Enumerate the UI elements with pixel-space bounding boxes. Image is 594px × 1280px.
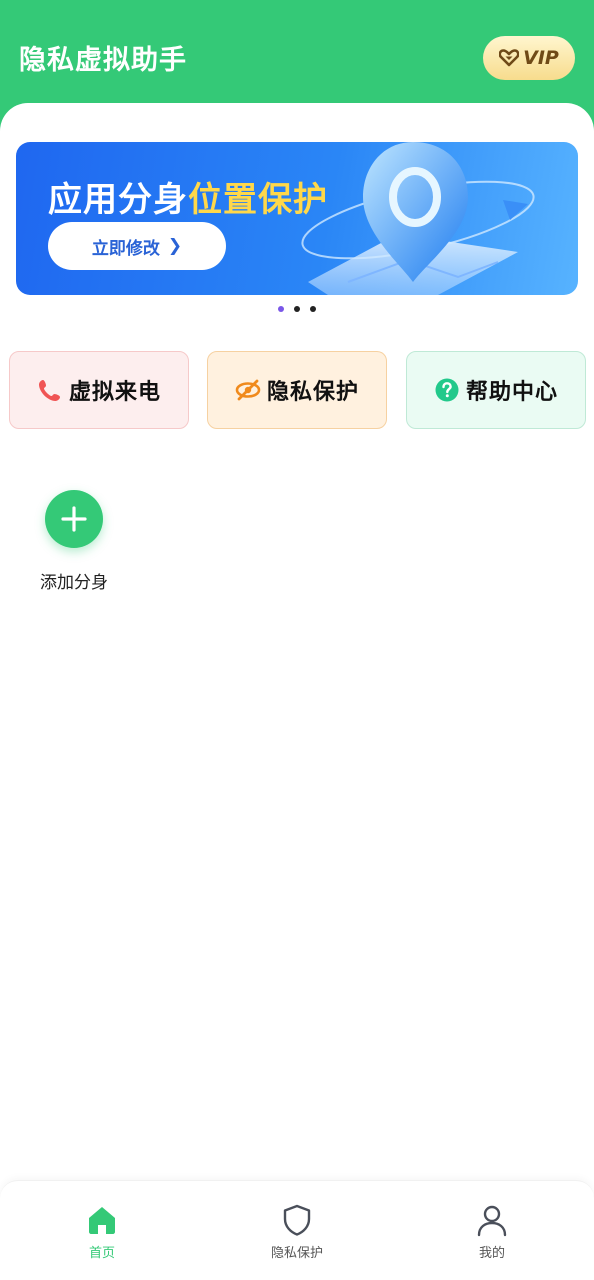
bottom-navigation: 首页 隐私保护 我的 [0,1180,594,1280]
nav-home[interactable]: 首页 [42,1203,162,1267]
vip-heart-icon [498,49,520,67]
privacy-protection-card[interactable]: 隐私保护 [207,351,387,429]
virtual-call-label: 虚拟来电 [68,380,161,405]
pagination-dot-1[interactable] [278,306,284,312]
question-icon [434,377,460,403]
location-pin-illustration [301,142,535,295]
nav-mine[interactable]: 我的 [432,1203,552,1267]
banner-title-main: 应用分身 [48,180,188,220]
vip-button[interactable]: VIP [483,36,575,80]
promo-banner[interactable]: 应用分身位置保护 立即修改 ❯ [16,142,578,295]
user-icon [477,1205,507,1237]
quick-actions: 虚拟来电 隐私保护 帮助中心 [0,351,594,431]
nav-privacy[interactable]: 隐私保护 [237,1203,357,1267]
main-content: 应用分身位置保护 立即修改 ❯ 虚拟来电 隐私保护 帮助中心 添加分身 [0,103,594,1280]
chevron-right-icon: ❯ [167,236,183,256]
modify-now-label: 立即修改 [91,238,160,259]
app-root: 隐私虚拟助手 VIP 应用分身位置保护 立即修改 ❯ 虚拟来电 隐私保护 帮助中… [0,0,594,1280]
app-title: 隐私虚拟助手 [19,45,187,76]
nav-mine-label: 我的 [478,1246,505,1261]
vip-label: VIP [523,47,559,69]
add-clone-button[interactable] [45,490,103,548]
help-center-card[interactable]: 帮助中心 [406,351,586,429]
plus-icon [61,506,87,532]
nav-privacy-label: 隐私保护 [270,1246,323,1261]
shield-icon [283,1204,311,1236]
add-clone-label: 添加分身 [40,573,108,593]
pagination-dot-3[interactable] [310,306,316,312]
home-icon [89,1207,115,1234]
phone-icon [37,377,63,403]
eye-slash-icon [235,377,261,403]
modify-now-button[interactable]: 立即修改 ❯ [48,222,226,270]
banner-title: 应用分身位置保护 [48,172,328,221]
banner-pagination [0,306,594,314]
help-center-label: 帮助中心 [465,380,558,405]
privacy-protection-label: 隐私保护 [266,380,359,405]
nav-home-label: 首页 [88,1246,115,1261]
pagination-dot-2[interactable] [294,306,300,312]
virtual-call-card[interactable]: 虚拟来电 [9,351,189,429]
